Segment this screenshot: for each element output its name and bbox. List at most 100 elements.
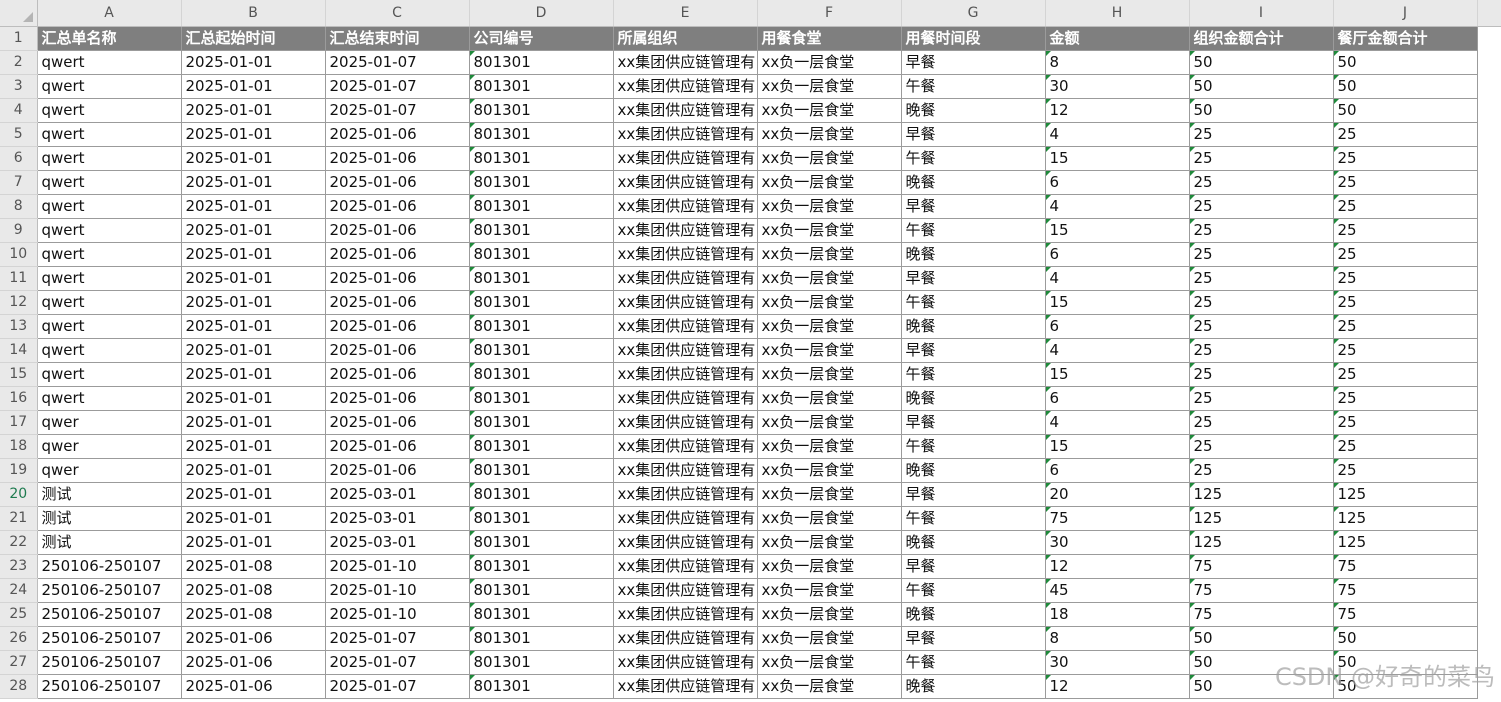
cell-e15[interactable]: xx集团供应链管理有 [613,362,758,387]
cell-d12[interactable]: 801301 [469,290,614,315]
cell-c23[interactable]: 2025-01-10 [325,554,470,579]
cell-a23[interactable]: 250106-250107 [37,554,182,579]
cell-b22[interactable]: 2025-01-01 [181,530,326,555]
row-header-22[interactable]: 22 [0,530,38,555]
blank-cell[interactable] [1477,602,1501,626]
cell-f8[interactable]: xx负一层食堂 [757,194,902,219]
cell-c5[interactable]: 2025-01-06 [325,122,470,147]
blank-cell[interactable] [1477,362,1501,386]
cell-b23[interactable]: 2025-01-08 [181,554,326,579]
cell-j21[interactable]: 125 [1333,506,1478,531]
cell-c18[interactable]: 2025-01-06 [325,434,470,459]
cell-i26[interactable]: 50 [1189,626,1334,651]
cell-j28[interactable]: 50 [1333,674,1478,699]
cell-e19[interactable]: xx集团供应链管理有 [613,458,758,483]
cell-j16[interactable]: 25 [1333,386,1478,411]
cell-g3[interactable]: 午餐 [901,74,1046,99]
cell-d6[interactable]: 801301 [469,146,614,171]
cell-j17[interactable]: 25 [1333,410,1478,435]
cell-h20[interactable]: 20 [1045,482,1190,507]
cell-j3[interactable]: 50 [1333,74,1478,99]
column-header-j[interactable]: J [1333,0,1478,27]
blank-cell[interactable] [1477,554,1501,578]
header-cell-h[interactable]: 金额 [1045,26,1190,51]
cell-a10[interactable]: qwert [37,242,182,267]
cell-i25[interactable]: 75 [1189,602,1334,627]
column-header-f[interactable]: F [757,0,902,27]
cell-f10[interactable]: xx负一层食堂 [757,242,902,267]
cell-b25[interactable]: 2025-01-08 [181,602,326,627]
cell-j27[interactable]: 50 [1333,650,1478,675]
row-header-18[interactable]: 18 [0,434,38,459]
cell-g28[interactable]: 晚餐 [901,674,1046,699]
header-cell-i[interactable]: 组织金额合计 [1189,26,1334,51]
header-cell-g[interactable]: 用餐时间段 [901,26,1046,51]
cell-g14[interactable]: 早餐 [901,338,1046,363]
cell-i16[interactable]: 25 [1189,386,1334,411]
cell-h2[interactable]: 8 [1045,50,1190,75]
cell-f13[interactable]: xx负一层食堂 [757,314,902,339]
cell-f16[interactable]: xx负一层食堂 [757,386,902,411]
cell-d17[interactable]: 801301 [469,410,614,435]
row-header-4[interactable]: 4 [0,98,38,123]
cell-j14[interactable]: 25 [1333,338,1478,363]
cell-a13[interactable]: qwert [37,314,182,339]
cell-e14[interactable]: xx集团供应链管理有 [613,338,758,363]
cell-a26[interactable]: 250106-250107 [37,626,182,651]
cell-e6[interactable]: xx集团供应链管理有 [613,146,758,171]
cell-i2[interactable]: 50 [1189,50,1334,75]
cell-d23[interactable]: 801301 [469,554,614,579]
cell-e22[interactable]: xx集团供应链管理有 [613,530,758,555]
row-header-13[interactable]: 13 [0,314,38,339]
cell-h3[interactable]: 30 [1045,74,1190,99]
cell-g4[interactable]: 晚餐 [901,98,1046,123]
cell-c11[interactable]: 2025-01-06 [325,266,470,291]
cell-b17[interactable]: 2025-01-01 [181,410,326,435]
cell-h19[interactable]: 6 [1045,458,1190,483]
cell-j5[interactable]: 25 [1333,122,1478,147]
cell-a24[interactable]: 250106-250107 [37,578,182,603]
cell-h15[interactable]: 15 [1045,362,1190,387]
cell-b26[interactable]: 2025-01-06 [181,626,326,651]
select-all-corner[interactable] [0,0,38,27]
cell-b2[interactable]: 2025-01-01 [181,50,326,75]
cell-a18[interactable]: qwer [37,434,182,459]
cell-f15[interactable]: xx负一层食堂 [757,362,902,387]
cell-h9[interactable]: 15 [1045,218,1190,243]
cell-a22[interactable]: 测试 [37,530,182,555]
cell-c20[interactable]: 2025-03-01 [325,482,470,507]
cell-j26[interactable]: 50 [1333,626,1478,651]
cell-h8[interactable]: 4 [1045,194,1190,219]
cell-g10[interactable]: 晚餐 [901,242,1046,267]
blank-cell[interactable] [1477,218,1501,242]
row-header-28[interactable]: 28 [0,674,38,699]
cell-f5[interactable]: xx负一层食堂 [757,122,902,147]
cell-d2[interactable]: 801301 [469,50,614,75]
column-header-i[interactable]: I [1189,0,1334,27]
row-header-7[interactable]: 7 [0,170,38,195]
cell-e18[interactable]: xx集团供应链管理有 [613,434,758,459]
cell-h4[interactable]: 12 [1045,98,1190,123]
cell-e11[interactable]: xx集团供应链管理有 [613,266,758,291]
blank-cell[interactable] [1477,170,1501,194]
cell-b18[interactable]: 2025-01-01 [181,434,326,459]
cell-e25[interactable]: xx集团供应链管理有 [613,602,758,627]
cell-b10[interactable]: 2025-01-01 [181,242,326,267]
cell-g23[interactable]: 早餐 [901,554,1046,579]
cell-c8[interactable]: 2025-01-06 [325,194,470,219]
blank-cell[interactable] [1477,314,1501,338]
cell-h26[interactable]: 8 [1045,626,1190,651]
cell-j15[interactable]: 25 [1333,362,1478,387]
row-header-1[interactable]: 1 [0,26,38,51]
cell-i19[interactable]: 25 [1189,458,1334,483]
blank-cell[interactable] [1477,506,1501,530]
cell-d14[interactable]: 801301 [469,338,614,363]
cell-g26[interactable]: 早餐 [901,626,1046,651]
cell-b16[interactable]: 2025-01-01 [181,386,326,411]
cell-e23[interactable]: xx集团供应链管理有 [613,554,758,579]
cell-d18[interactable]: 801301 [469,434,614,459]
cell-j19[interactable]: 25 [1333,458,1478,483]
row-header-27[interactable]: 27 [0,650,38,675]
blank-cell[interactable] [1477,122,1501,146]
row-header-17[interactable]: 17 [0,410,38,435]
